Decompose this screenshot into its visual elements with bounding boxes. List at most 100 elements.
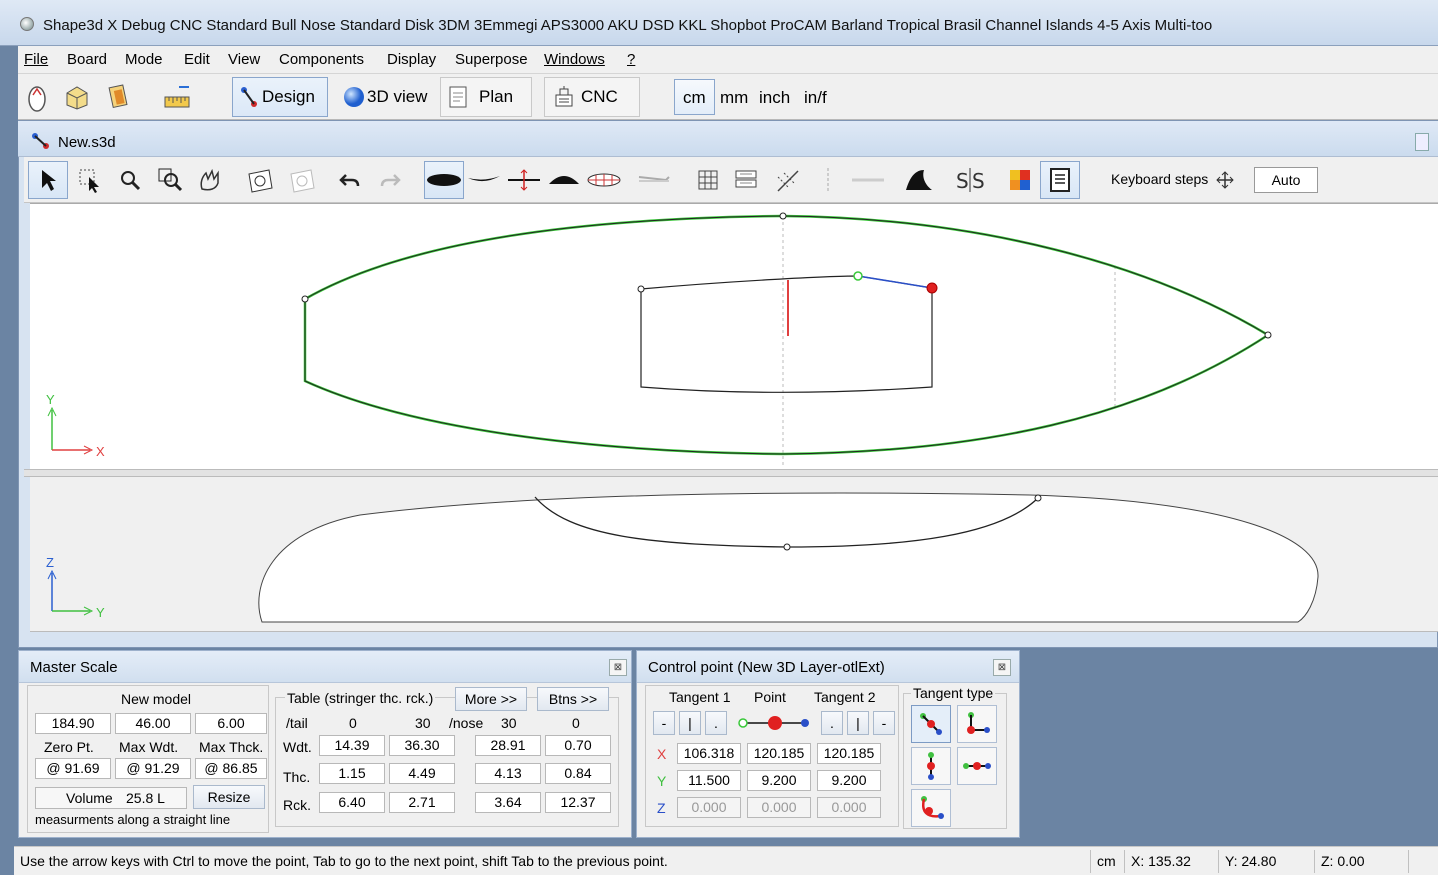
rck-nose-0[interactable]: 12.37 bbox=[545, 792, 611, 813]
menu-mode[interactable]: Mode bbox=[125, 51, 163, 68]
menu-edit[interactable]: Edit bbox=[184, 51, 210, 68]
unit-mm[interactable]: mm bbox=[720, 88, 748, 108]
tangent1-bar-button[interactable]: | bbox=[679, 711, 701, 735]
slice-view-button[interactable] bbox=[544, 161, 584, 199]
profile-canvas[interactable]: Z Y bbox=[30, 477, 1438, 632]
cross-section-button[interactable] bbox=[504, 161, 544, 199]
control-point[interactable] bbox=[779, 212, 787, 220]
tangent2-dot-button[interactable]: . bbox=[821, 711, 843, 735]
tab-design[interactable]: Design bbox=[232, 77, 328, 117]
outline-view-button[interactable] bbox=[424, 161, 464, 199]
outline-view[interactable]: Y X bbox=[30, 203, 1438, 469]
outline-canvas[interactable]: Y X bbox=[30, 204, 1438, 470]
menu-help[interactable]: ? bbox=[627, 51, 635, 68]
point-y-field[interactable]: 9.200 bbox=[747, 770, 811, 791]
pan-button[interactable] bbox=[190, 161, 230, 199]
tangent-curve-button[interactable] bbox=[911, 789, 951, 827]
length-field[interactable]: 184.90 bbox=[35, 713, 111, 734]
board-box-button[interactable] bbox=[62, 77, 94, 117]
vertical-guide-button[interactable] bbox=[808, 161, 848, 199]
tangent1-z-field[interactable]: 0.000 bbox=[677, 797, 741, 818]
tangent2-bar-button[interactable]: | bbox=[847, 711, 869, 735]
zoom-button[interactable] bbox=[110, 161, 150, 199]
selected-control-point[interactable] bbox=[926, 282, 938, 294]
btns-button[interactable]: Btns >> bbox=[537, 687, 609, 711]
wdt-tail-30[interactable]: 36.30 bbox=[389, 735, 455, 756]
master-scale-close-button[interactable]: ⊠ bbox=[609, 659, 627, 676]
control-point[interactable] bbox=[1034, 494, 1042, 502]
view-splitter[interactable] bbox=[24, 469, 1438, 477]
wdt-nose-30[interactable]: 28.91 bbox=[475, 735, 541, 756]
thc-nose-0[interactable]: 0.84 bbox=[545, 763, 611, 784]
thc-nose-30[interactable]: 4.13 bbox=[475, 763, 541, 784]
wdt-nose-0[interactable]: 0.70 bbox=[545, 735, 611, 756]
control-point[interactable] bbox=[637, 285, 645, 293]
box-select-button[interactable] bbox=[70, 161, 110, 199]
ruler-button[interactable] bbox=[160, 77, 196, 117]
tangent-free-button[interactable] bbox=[911, 705, 951, 743]
snapshot-button[interactable] bbox=[240, 161, 280, 199]
menu-board[interactable]: Board bbox=[67, 51, 107, 68]
tab-3d-view[interactable]: 3D view bbox=[338, 77, 430, 117]
point-z-field[interactable]: 0.000 bbox=[747, 797, 811, 818]
symmetry-button[interactable]: SS bbox=[950, 161, 990, 199]
zoom-window-button[interactable] bbox=[150, 161, 190, 199]
grid-button[interactable] bbox=[688, 161, 728, 199]
max-thck-pos-field[interactable]: @ 86.85 bbox=[195, 758, 267, 779]
menu-superpose[interactable]: Superpose bbox=[455, 51, 528, 68]
max-thickness-field[interactable]: 6.00 bbox=[195, 713, 267, 734]
tangent1-dot-button[interactable]: . bbox=[705, 711, 727, 735]
tangent-vertical-button[interactable] bbox=[911, 747, 951, 785]
layers-button[interactable] bbox=[726, 161, 766, 199]
snapshot-disabled-button[interactable] bbox=[282, 161, 322, 199]
tangent2-y-field[interactable]: 9.200 bbox=[817, 770, 881, 791]
more-button[interactable]: More >> bbox=[455, 687, 527, 711]
restore-window-button[interactable] bbox=[1415, 133, 1429, 151]
menu-components[interactable]: Components bbox=[279, 51, 364, 68]
thc-tail-0[interactable]: 1.15 bbox=[319, 763, 385, 784]
rck-tail-0[interactable]: 6.40 bbox=[319, 792, 385, 813]
tangent2-minus-button[interactable]: - bbox=[873, 711, 895, 735]
control-point[interactable] bbox=[301, 295, 309, 303]
measure-button[interactable] bbox=[768, 161, 808, 199]
tangent1-y-field[interactable]: 11.500 bbox=[677, 770, 741, 791]
profile-view[interactable]: Z Y bbox=[30, 477, 1438, 632]
thc-tail-30[interactable]: 4.49 bbox=[389, 763, 455, 784]
unit-cm[interactable]: cm bbox=[674, 79, 715, 115]
unit-inch[interactable]: inch bbox=[759, 88, 790, 108]
board-file-button[interactable] bbox=[106, 77, 134, 117]
redo-button[interactable] bbox=[370, 161, 410, 199]
menu-windows[interactable]: Windows bbox=[544, 51, 605, 68]
colors-button[interactable] bbox=[1000, 161, 1040, 199]
tangent1-minus-button[interactable]: - bbox=[653, 711, 675, 735]
point-x-field[interactable]: 120.185 bbox=[747, 743, 811, 764]
menu-view[interactable]: View bbox=[228, 51, 260, 68]
deck-grid-button[interactable] bbox=[584, 161, 624, 199]
control-point[interactable] bbox=[783, 543, 791, 551]
max-wdt-pos-field[interactable]: @ 91.29 bbox=[115, 758, 191, 779]
tangent-corner-button[interactable] bbox=[957, 705, 997, 743]
fin-box-button[interactable] bbox=[634, 161, 674, 199]
tangent2-x-field[interactable]: 120.185 bbox=[817, 743, 881, 764]
hand-tool-button[interactable] bbox=[24, 77, 52, 117]
fin-button[interactable] bbox=[898, 161, 938, 199]
tangent1-x-field[interactable]: 106.318 bbox=[677, 743, 741, 764]
control-point-close-button[interactable]: ⊠ bbox=[993, 659, 1011, 676]
resize-button[interactable]: Resize bbox=[193, 785, 265, 809]
rck-tail-30[interactable]: 2.71 bbox=[389, 792, 455, 813]
stringer-button[interactable] bbox=[848, 161, 888, 199]
control-point[interactable] bbox=[1264, 331, 1272, 339]
zero-pt-field[interactable]: @ 91.69 bbox=[35, 758, 111, 779]
wdt-tail-0[interactable]: 14.39 bbox=[319, 735, 385, 756]
tangent2-z-field[interactable]: 0.000 bbox=[817, 797, 881, 818]
tangent-horizontal-button[interactable] bbox=[957, 747, 997, 785]
max-width-field[interactable]: 46.00 bbox=[115, 713, 191, 734]
select-tool-button[interactable] bbox=[28, 161, 68, 199]
unit-in-f[interactable]: in/f bbox=[804, 88, 827, 108]
rck-nose-30[interactable]: 3.64 bbox=[475, 792, 541, 813]
keyboard-steps-field[interactable]: Auto bbox=[1254, 167, 1318, 193]
tangent-handle[interactable] bbox=[853, 271, 863, 281]
undo-button[interactable] bbox=[330, 161, 370, 199]
menu-display[interactable]: Display bbox=[387, 51, 436, 68]
rocker-view-button[interactable] bbox=[464, 161, 504, 199]
